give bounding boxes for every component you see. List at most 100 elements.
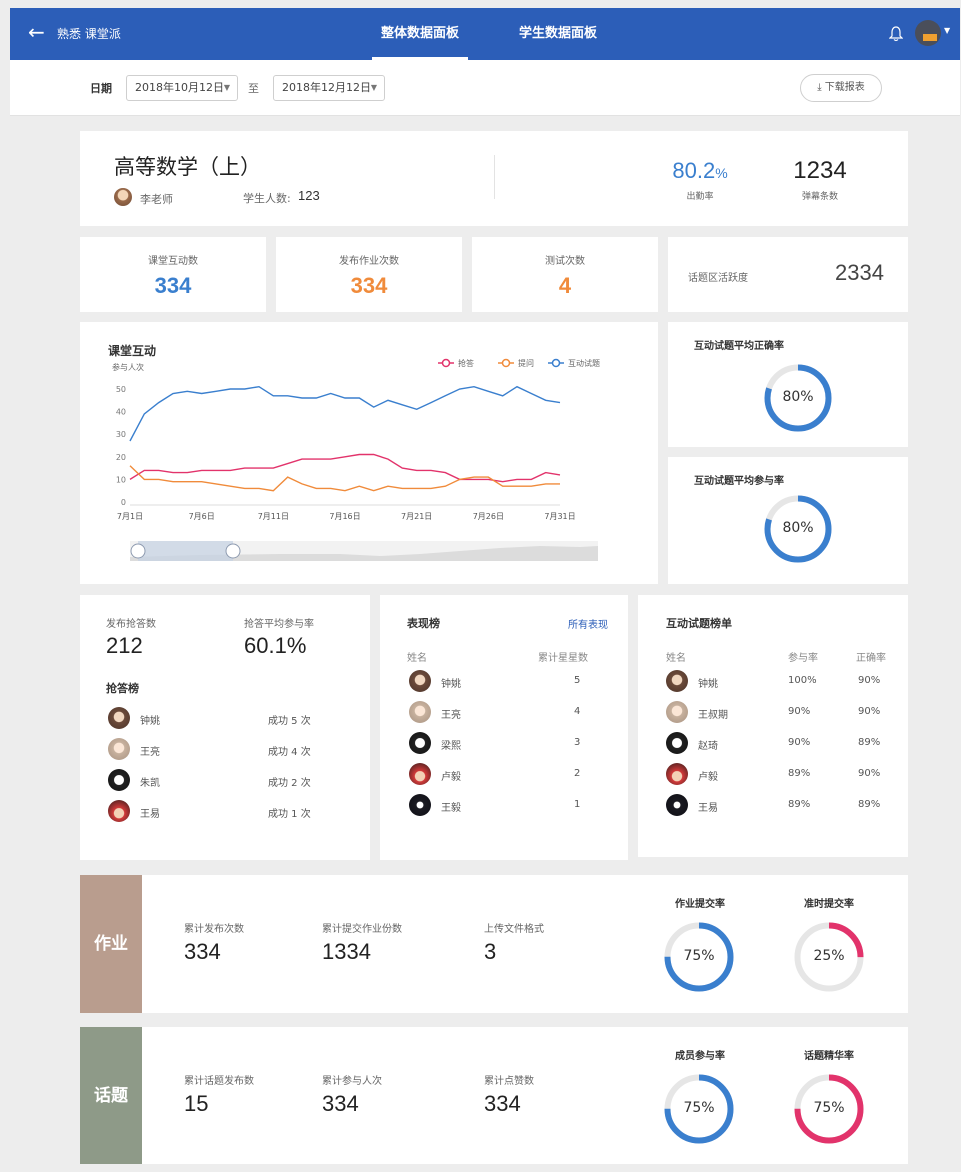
quiz-row-name: 王易: [698, 803, 718, 814]
topic-item-2-value: 334: [484, 1091, 521, 1116]
legend-item-2[interactable]: 互动试题: [548, 358, 600, 368]
quick-rate-label: 抢答平均参与率: [244, 619, 314, 630]
quick-row-name: 王易: [140, 809, 160, 820]
quick-row-name: 朱凯: [140, 778, 160, 789]
performance-row-stars: 1: [574, 799, 581, 810]
quiz-row-participation: 90%: [788, 737, 811, 748]
topic-ring2-label: 话题精华率: [804, 1051, 854, 1062]
quiz-participation-card: 互动试题平均参与率 80%: [668, 457, 908, 584]
quick-row-name: 王亮: [140, 747, 160, 758]
slider-handle-right[interactable]: [225, 543, 241, 559]
homework-item-1-label: 累计提交作业份数: [322, 924, 402, 935]
quiz-ranking-title: 互动试题榜单: [666, 617, 732, 630]
back-arrow-icon[interactable]: ←: [28, 20, 45, 44]
legend-marker: [551, 358, 561, 368]
performance-row-stars: 3: [574, 737, 581, 748]
performance-board-card: 表现榜 所有表现 姓名 累计星星数 钟姚 5 王亮 4 梁熙 3 卢毅 2 王毅 1: [380, 595, 628, 860]
y-tick-label: 0: [121, 498, 126, 507]
topic-item-0-label: 累计话题发布数: [184, 1076, 254, 1087]
stat-card-tests: 测试次数 4: [472, 237, 658, 312]
topic-ring1-label: 成员参与率: [675, 1051, 725, 1062]
stat-card-interaction: 课堂互动数 334: [80, 237, 266, 312]
performance-row-name: 王亮: [441, 710, 461, 721]
teacher-avatar: [114, 188, 132, 206]
ring-value: 75%: [683, 948, 715, 964]
download-icon: ⤓: [817, 82, 822, 93]
danmu-label: 弹幕条数: [801, 192, 838, 202]
ring-value: 75%: [813, 1100, 845, 1116]
quiz-accuracy-card: 互动试题平均正确率 80%: [668, 322, 908, 447]
stat-homework-label: 发布作业次数: [339, 256, 399, 267]
topic-tag: 话题: [80, 1027, 142, 1164]
tab-students[interactable]: 学生数据面板: [508, 8, 608, 60]
avatar[interactable]: [915, 20, 941, 46]
performance-row-stars: 5: [574, 675, 581, 686]
legend-item-0[interactable]: 抢答: [438, 358, 474, 368]
homework-section: 作业 累计发布次数 334 累计提交作业份数 1334 上传文件格式 3 作业提…: [80, 875, 908, 1013]
start-date-select[interactable]: 2018年10月12日 ▼: [126, 75, 238, 101]
homework-item-0-label: 累计发布次数: [184, 924, 244, 935]
homework-item-2-value: 3: [484, 939, 497, 964]
course-summary-card: 高等数学（上） 李老师 学生人数: 123 80.2% 出勤率 1234 弹幕条…: [80, 131, 908, 226]
tab-students-label: 学生数据面板: [518, 26, 597, 41]
quiz-row-name: 钟姚: [698, 679, 718, 690]
app-title: 熟悉 课堂派: [57, 27, 121, 41]
quiz-row-accuracy: 90%: [858, 706, 881, 717]
slider-handle-left[interactable]: [130, 543, 146, 559]
performance-row-name: 钟姚: [441, 679, 461, 690]
ring-value: 75%: [683, 1100, 715, 1116]
avatar: [409, 794, 431, 816]
quiz-col-name: 姓名: [666, 653, 686, 664]
students-count-value: 123: [298, 188, 320, 203]
performance-row-stars: 4: [574, 706, 581, 717]
quick-board-title: 抢答榜: [106, 682, 139, 695]
homework-submit-ring: 75%: [663, 921, 735, 993]
y-tick-label: 20: [116, 453, 126, 462]
range-slider[interactable]: [130, 541, 598, 561]
bell-icon[interactable]: [889, 26, 903, 42]
avatar: [108, 800, 130, 822]
chevron-down-icon[interactable]: ▼: [944, 26, 950, 35]
y-tick-label: 50: [116, 385, 126, 394]
stat-tests-label: 测试次数: [545, 256, 585, 267]
avatar: [409, 701, 431, 723]
homework-ring2-label: 准时提交率: [804, 899, 854, 910]
quiz-row-name: 赵琦: [698, 741, 718, 752]
homework-item-2-label: 上传文件格式: [484, 924, 544, 935]
all-performance-link[interactable]: 所有表现: [568, 616, 608, 631]
y-tick-label: 10: [116, 475, 126, 484]
legend-item-1[interactable]: 提问: [498, 358, 534, 368]
attendance-value: 80.2%: [672, 158, 728, 183]
chevron-down-icon: ▼: [223, 83, 230, 92]
class-interaction-chart: 课堂互动 参与人次 抢答 提问 互动试题 0 10 20 30 40 50 7月1日 7月6日 7月…: [108, 343, 600, 561]
legend-label: 互动试题: [568, 358, 600, 368]
homework-tag: 作业: [80, 875, 142, 1013]
x-tick-label: 7月16日: [329, 512, 360, 521]
ring-value: 25%: [813, 948, 845, 964]
topic-item-1-label: 累计参与人次: [322, 1076, 382, 1087]
download-report-button[interactable]: ⤓ 下载报表: [800, 74, 882, 102]
avatar: [666, 670, 688, 692]
performance-row-name: 王毅: [441, 803, 461, 814]
chart-title: 课堂互动: [108, 343, 156, 358]
quick-answer-card: 发布抢答数 212 抢答平均参与率 60.1% 抢答榜 钟姚 成功 5 次王亮 成功…: [80, 595, 370, 860]
homework-tag-label: 作业: [94, 934, 128, 954]
end-date-select[interactable]: 2018年12月12日 ▼: [273, 75, 385, 101]
download-report-label: 下载报表: [824, 82, 865, 93]
danmu-value: 1234: [793, 157, 847, 184]
tab-overall[interactable]: 整体数据面板: [372, 8, 468, 60]
ring-value: 80%: [782, 520, 814, 536]
quick-row-result: 成功 4 次: [268, 747, 311, 758]
legend-marker: [441, 358, 451, 368]
topic-item-1-value: 334: [322, 1091, 359, 1116]
stat-homework-value: 334: [350, 273, 388, 298]
quick-rate-value: 60.1%: [244, 633, 307, 658]
homework-item-1-value: 1334: [322, 939, 371, 964]
avatar: [409, 732, 431, 754]
tab-overall-label: 整体数据面板: [380, 26, 459, 41]
quiz-accuracy-label: 互动试题平均正确率: [694, 341, 784, 352]
topic-item-0-value: 15: [184, 1091, 209, 1116]
topic-item-2-label: 累计点赞数: [484, 1076, 534, 1087]
legend-marker: [501, 358, 511, 368]
quiz-row-name: 卢毅: [698, 772, 718, 783]
